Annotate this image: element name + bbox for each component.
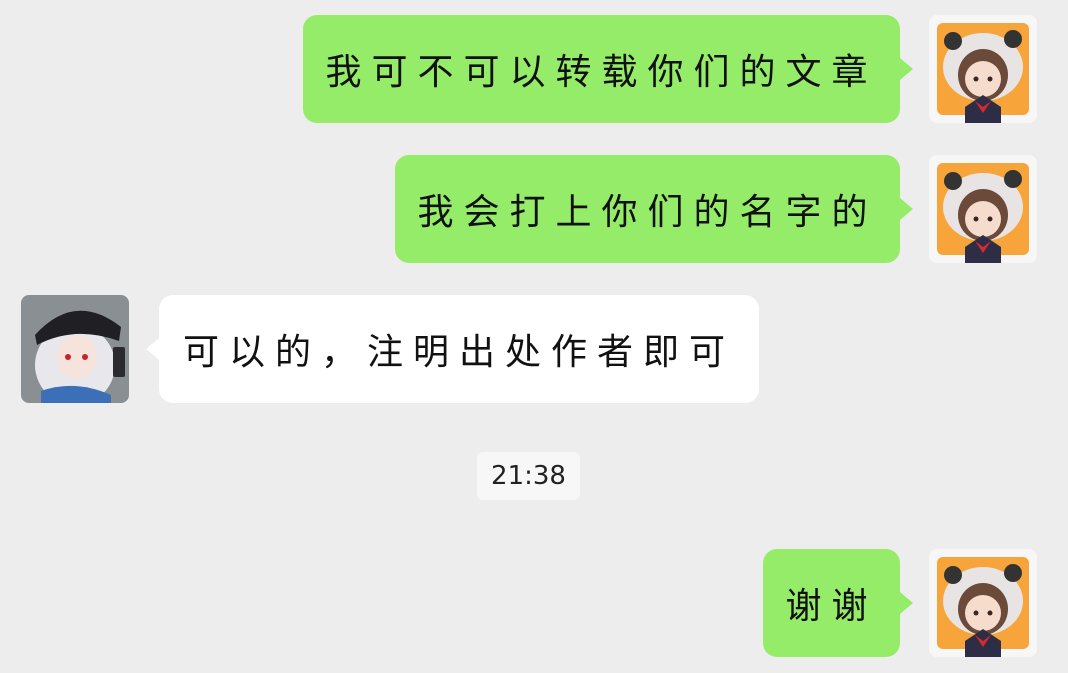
self-avatar[interactable] [929,155,1037,263]
message-bubble-outgoing[interactable]: 我可不可以转载你们的文章 [303,15,900,123]
bubble-tail [146,338,159,360]
self-avatar[interactable] [929,549,1037,657]
bubble-tail [900,198,913,220]
bubble-tail [900,58,913,80]
anime-girl-white-hair-black-hat-avatar-icon [21,295,129,403]
other-avatar[interactable] [21,295,129,403]
message-text: 可以的，注明出处作者即可 [182,332,735,373]
timestamp: 21:38 [477,452,580,500]
message-bubble-outgoing[interactable]: 我会打上你们的名字的 [395,155,900,263]
anime-girl-panda-hood-avatar-icon [929,549,1037,657]
message-bubble-outgoing[interactable]: 谢谢 [763,549,900,657]
message-text: 我可不可以转载你们的文章 [325,52,878,93]
anime-girl-panda-hood-avatar-icon [929,155,1037,263]
bubble-tail [900,592,913,614]
anime-girl-panda-hood-avatar-icon [929,15,1037,123]
message-bubble-incoming[interactable]: 可以的，注明出处作者即可 [159,295,759,403]
message-text: 我会打上你们的名字的 [417,192,878,233]
self-avatar[interactable] [929,15,1037,123]
message-text: 谢谢 [785,586,878,627]
